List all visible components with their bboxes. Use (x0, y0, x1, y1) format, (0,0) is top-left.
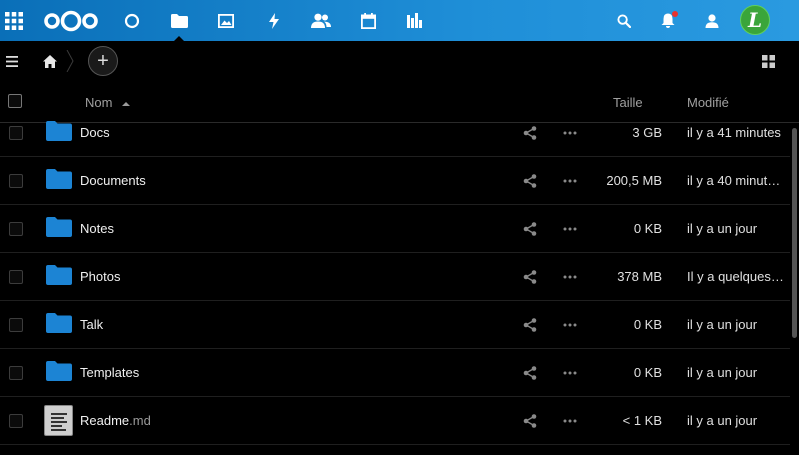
breadcrumb-home[interactable] (40, 52, 60, 70)
file-size: < 1 KB (622, 413, 662, 428)
more-actions-icon[interactable] (563, 126, 577, 140)
share-icon[interactable] (523, 270, 537, 284)
more-actions-icon[interactable] (563, 414, 577, 428)
new-file-button[interactable]: + (88, 46, 118, 76)
select-all-checkbox[interactable] (8, 94, 22, 108)
file-name[interactable]: Templates (80, 365, 139, 380)
grid-view-icon (761, 54, 775, 68)
column-name-header[interactable]: Nom (85, 95, 131, 110)
navigation-toggle[interactable] (2, 52, 22, 70)
file-size: 0 KB (633, 365, 662, 380)
row-checkbox[interactable] (9, 366, 23, 380)
nav-dashboard[interactable] (120, 0, 144, 41)
file-row[interactable]: Readme.md < 1 KB il y a un jour (0, 397, 790, 445)
nav-photos[interactable] (214, 0, 238, 41)
image-icon (218, 13, 234, 28)
sort-ascending-icon (122, 101, 131, 106)
contacts-icon (311, 13, 331, 28)
lightning-icon (269, 12, 279, 29)
row-checkbox[interactable] (9, 270, 23, 284)
file-modified: il y a un jour (687, 365, 758, 380)
notification-dot (672, 11, 678, 17)
folder-icon (46, 217, 72, 237)
more-actions-icon[interactable] (563, 318, 577, 332)
folder-icon (170, 13, 188, 28)
hamburger-icon (6, 55, 18, 67)
folder-icon (46, 169, 72, 189)
share-icon[interactable] (523, 174, 537, 188)
file-row[interactable]: Notes 0 KB il y a un jour (0, 205, 790, 253)
nav-activity[interactable] (262, 0, 286, 41)
file-row[interactable]: Documents 200,5 MB il y a 40 minut… (0, 157, 790, 205)
nav-calendar[interactable] (356, 0, 380, 41)
file-row[interactable]: Templates 0 KB il y a un jour (0, 349, 790, 397)
folder-icon (46, 361, 72, 381)
share-icon[interactable] (523, 126, 537, 140)
file-size: 200,5 MB (606, 173, 662, 188)
text-file-icon (44, 405, 73, 436)
file-modified: il y a un jour (687, 221, 758, 236)
row-checkbox[interactable] (9, 318, 23, 332)
nav-files[interactable] (166, 0, 192, 42)
share-icon[interactable] (523, 414, 537, 428)
share-icon[interactable] (523, 366, 537, 380)
search-icon (617, 13, 631, 28)
more-actions-icon[interactable] (563, 366, 577, 380)
file-modified: il y a 40 minut… (687, 173, 781, 188)
file-modified: il y a un jour (687, 317, 758, 332)
person-icon (705, 13, 719, 28)
chevron-right-icon (66, 50, 74, 72)
file-row[interactable]: Photos 378 MB Il y a quelques… (0, 253, 790, 301)
file-name[interactable]: Notes (80, 221, 114, 236)
file-name[interactable]: Docs (80, 125, 110, 140)
row-checkbox[interactable] (9, 174, 23, 188)
calendar-icon (360, 12, 376, 29)
file-row[interactable]: Talk 0 KB il y a un jour (0, 301, 790, 349)
folder-icon (46, 265, 72, 285)
file-name[interactable]: Readme.md (80, 413, 151, 428)
file-modified: il y a un jour (687, 413, 758, 428)
share-icon[interactable] (523, 222, 537, 236)
more-actions-icon[interactable] (563, 270, 577, 284)
bar-chart-icon (406, 13, 422, 28)
scrollbar[interactable] (792, 128, 797, 338)
top-header: L (0, 0, 799, 42)
nextcloud-logo[interactable] (42, 0, 100, 41)
row-checkbox[interactable] (9, 222, 23, 236)
notifications-button[interactable] (656, 0, 680, 41)
share-icon[interactable] (523, 318, 537, 332)
folder-icon (46, 313, 72, 333)
folder-icon (46, 121, 72, 141)
file-row[interactable]: Docs 3 GB il y a 41 minutes (0, 109, 790, 157)
file-name[interactable]: Talk (80, 317, 103, 332)
column-name-label: Nom (85, 95, 113, 110)
nav-contacts[interactable] (308, 0, 334, 41)
more-actions-icon[interactable] (563, 174, 577, 188)
breadcrumb-separator (64, 49, 76, 73)
search-button[interactable] (612, 0, 636, 41)
nav-analytics[interactable] (402, 0, 426, 41)
file-modified: il y a 41 minutes (687, 125, 781, 140)
home-icon (43, 54, 57, 68)
file-size: 0 KB (633, 221, 662, 236)
dashboard-icon (124, 13, 140, 28)
column-size-header[interactable]: Taille (613, 95, 643, 110)
grid-view-toggle[interactable] (759, 52, 777, 70)
app-menu-button[interactable] (0, 0, 28, 41)
more-actions-icon[interactable] (563, 222, 577, 236)
row-checkbox[interactable] (9, 126, 23, 140)
file-size: 378 MB (617, 269, 662, 284)
user-avatar[interactable]: L (740, 5, 770, 35)
file-size: 3 GB (632, 125, 662, 140)
file-name[interactable]: Documents (80, 173, 146, 188)
grid-icon (5, 11, 23, 30)
file-modified: Il y a quelques… (687, 269, 784, 284)
file-name[interactable]: Photos (80, 269, 120, 284)
nextcloud-logo-icon (44, 10, 98, 31)
files-toolbar: + (0, 41, 799, 81)
contacts-menu-button[interactable] (700, 0, 724, 41)
row-checkbox[interactable] (9, 414, 23, 428)
column-modified-header[interactable]: Modifié (687, 95, 729, 110)
file-size: 0 KB (633, 317, 662, 332)
